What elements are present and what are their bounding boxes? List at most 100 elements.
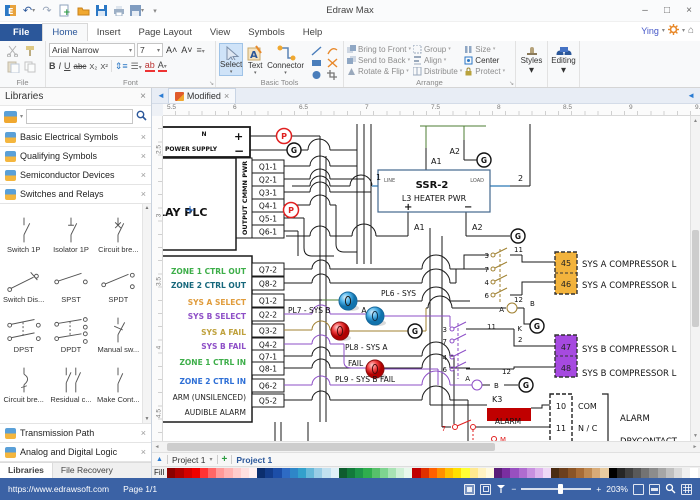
- color-swatch[interactable]: [233, 468, 241, 478]
- text-tool-button[interactable]: A Text▾: [243, 43, 267, 76]
- zoom-slider[interactable]: [521, 488, 591, 490]
- color-swatch[interactable]: [658, 468, 666, 478]
- color-swatch[interactable]: [690, 468, 698, 478]
- line-spacing-button[interactable]: ⇕≡: [115, 61, 128, 72]
- font-color-button[interactable]: A▾: [158, 60, 167, 72]
- connection-point-tool-icon[interactable]: [325, 57, 340, 68]
- color-swatch[interactable]: [241, 468, 249, 478]
- superscript-button[interactable]: X²: [100, 62, 108, 71]
- color-swatch[interactable]: [600, 468, 608, 478]
- symbol-circuit-breaker-2[interactable]: Circuit bre...: [0, 354, 47, 404]
- line-tool-icon[interactable]: [309, 45, 324, 56]
- send-to-back-button[interactable]: Send to Back▾: [347, 55, 411, 65]
- tab-page-layout[interactable]: Page Layout: [129, 24, 200, 41]
- symbol-grid-scrollbar[interactable]: ▲▼: [142, 204, 151, 423]
- color-swatch[interactable]: [666, 468, 674, 478]
- strikethrough-button[interactable]: abc: [74, 62, 87, 71]
- color-swatch[interactable]: [494, 468, 502, 478]
- library-section-switches-relays[interactable]: Switches and Relays×: [0, 185, 151, 204]
- scroll-left-icon[interactable]: ◄: [152, 444, 162, 450]
- color-swatch[interactable]: [649, 468, 657, 478]
- customize-qat-button[interactable]: ▾: [148, 4, 162, 18]
- fit-width-icon[interactable]: [649, 484, 660, 495]
- vscroll-thumb[interactable]: [692, 230, 699, 328]
- library-section-analog-digital[interactable]: Analog and Digital Logic×: [0, 443, 151, 462]
- symbol-residual-current[interactable]: Residual c...: [47, 354, 94, 404]
- color-swatch[interactable]: [502, 468, 510, 478]
- font-size-select[interactable]: 7▾: [137, 43, 163, 57]
- color-swatch[interactable]: [535, 468, 543, 478]
- subscript-button[interactable]: X₂: [89, 62, 97, 71]
- color-swatch[interactable]: [208, 468, 216, 478]
- color-swatch[interactable]: [175, 468, 183, 478]
- color-swatch[interactable]: [282, 468, 290, 478]
- copy-icon[interactable]: [24, 61, 37, 73]
- bring-to-front-button[interactable]: Bring to Front▾: [347, 44, 411, 54]
- arrange-dialog-launcher[interactable]: ↘: [509, 80, 514, 87]
- section-close-icon[interactable]: ×: [141, 189, 146, 199]
- tab-insert[interactable]: Insert: [88, 24, 130, 41]
- user-name[interactable]: Ying: [641, 26, 659, 36]
- color-swatch[interactable]: [192, 468, 200, 478]
- close-button[interactable]: ×: [678, 1, 700, 21]
- color-swatch[interactable]: [576, 468, 584, 478]
- grid-view-icon[interactable]: [681, 484, 692, 495]
- library-section-transmission-path[interactable]: Transmission Path×: [0, 424, 151, 443]
- color-swatch[interactable]: [184, 468, 192, 478]
- color-swatch[interactable]: [396, 468, 404, 478]
- section-close-icon[interactable]: ×: [141, 447, 146, 457]
- highlight-button[interactable]: ab: [145, 60, 155, 72]
- grow-font-button[interactable]: A˄: [165, 45, 178, 55]
- color-swatch[interactable]: [339, 468, 347, 478]
- pan-zoom-icon[interactable]: [496, 483, 506, 495]
- color-swatch[interactable]: [298, 468, 306, 478]
- symbol-dpst[interactable]: DPST: [0, 304, 47, 354]
- maximize-button[interactable]: □: [656, 1, 678, 21]
- cut-icon[interactable]: [7, 45, 20, 57]
- color-swatch[interactable]: [568, 468, 576, 478]
- tab-help[interactable]: Help: [294, 24, 332, 41]
- search-icon[interactable]: [136, 110, 147, 124]
- home-icon[interactable]: ⌂: [688, 25, 694, 36]
- color-swatch[interactable]: [486, 468, 494, 478]
- color-swatch[interactable]: [461, 468, 469, 478]
- minimize-button[interactable]: –: [634, 1, 656, 21]
- symbol-spdt[interactable]: SPDT: [95, 254, 142, 304]
- symbol-manual-switch[interactable]: Manual sw...: [95, 304, 142, 354]
- select-tool-button[interactable]: Select▾: [219, 43, 243, 76]
- color-swatch[interactable]: [551, 468, 559, 478]
- rotate-flip-button[interactable]: Rotate & Flip▾: [347, 66, 411, 76]
- zoom-in-button[interactable]: +: [596, 484, 601, 494]
- color-swatch[interactable]: [682, 468, 690, 478]
- color-swatch[interactable]: [322, 468, 330, 478]
- color-swatch[interactable]: [363, 468, 371, 478]
- magnifier-icon[interactable]: [665, 483, 676, 496]
- tab-view[interactable]: View: [201, 24, 239, 41]
- color-swatch[interactable]: [380, 468, 388, 478]
- center-button[interactable]: Center: [464, 55, 505, 65]
- open-button[interactable]: [76, 4, 90, 18]
- ssr2-box[interactable]: [378, 170, 490, 212]
- color-swatch[interactable]: [543, 468, 551, 478]
- document-close-icon[interactable]: ×: [224, 91, 229, 101]
- curve-tool-icon[interactable]: [325, 45, 340, 56]
- shrink-font-button[interactable]: A˅: [180, 45, 193, 55]
- color-swatch[interactable]: [617, 468, 625, 478]
- document-tab-modified[interactable]: Modified ×: [168, 88, 236, 103]
- color-swatch[interactable]: [265, 468, 273, 478]
- symbol-switch-disconnector[interactable]: Switch Dis...: [0, 254, 47, 304]
- symbol-partial[interactable]: [47, 404, 94, 423]
- size-button[interactable]: Size▾: [464, 44, 505, 54]
- color-swatch[interactable]: [445, 468, 453, 478]
- section-close-icon[interactable]: ×: [141, 170, 146, 180]
- export-button[interactable]: ▾: [130, 4, 144, 18]
- library-section-semiconductor[interactable]: Semiconductor Devices×: [0, 166, 151, 185]
- color-swatch[interactable]: [437, 468, 445, 478]
- symbol-partial[interactable]: [0, 404, 47, 423]
- section-close-icon[interactable]: ×: [141, 151, 146, 161]
- rectangle-tool-icon[interactable]: [309, 57, 324, 68]
- color-swatch[interactable]: [478, 468, 486, 478]
- color-swatch[interactable]: [584, 468, 592, 478]
- symbol-circuit-breaker[interactable]: Circuit bre...: [95, 204, 142, 254]
- panel-tab-file-recovery[interactable]: File Recovery: [53, 463, 121, 478]
